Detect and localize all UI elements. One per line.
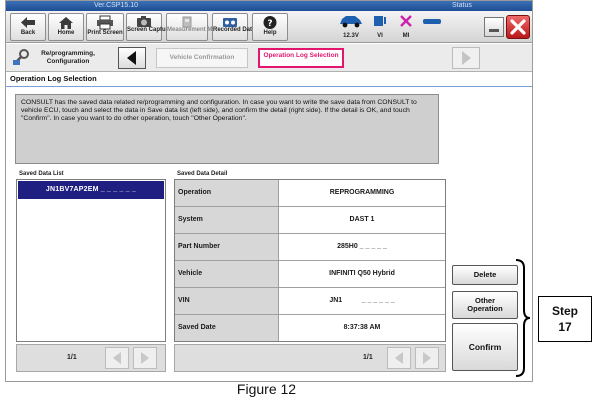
detail-row-saved-date: Saved Date 8:37:38 AM xyxy=(175,315,445,342)
step-callout-line2: 17 xyxy=(558,320,572,334)
breadcrumb-back-button[interactable] xyxy=(118,47,146,69)
detail-row-part-number: Part Number 285H0 _ _ _ _ _ xyxy=(175,234,445,261)
detail-label: Saved Date xyxy=(175,315,279,341)
breadcrumb: Re/programming, Configuration Vehicle Co… xyxy=(6,44,532,72)
help-button[interactable]: ? Help xyxy=(252,13,288,41)
recorder-icon xyxy=(213,15,247,27)
triangle-right-icon xyxy=(423,352,431,364)
detail-page-count: 1/1 xyxy=(363,354,373,361)
printer-icon xyxy=(87,15,123,30)
home-button[interactable]: Home xyxy=(48,13,84,41)
close-button[interactable] xyxy=(506,15,530,39)
recorded-data-button[interactable]: Recorded Data xyxy=(212,13,255,41)
saved-data-list-header: Saved Data List xyxy=(19,171,64,177)
detail-label: System xyxy=(175,207,279,233)
step-callout: Step 17 xyxy=(538,296,592,342)
saved-data-detail-header: Saved Data Detail xyxy=(177,171,228,177)
detail-value: REPROGRAMMING xyxy=(329,189,395,196)
section-divider xyxy=(6,86,532,87)
version-label: Ver.CSP15.10 xyxy=(94,2,138,9)
triangle-left-icon xyxy=(113,352,121,364)
battery-status: 12.3V xyxy=(338,14,364,39)
title-strip: Ver.CSP15.10 Status xyxy=(6,1,532,11)
step-vehicle-confirmation[interactable]: Vehicle Confirmation xyxy=(156,48,248,68)
detail-value: JN1 _ _ _ _ _ _ xyxy=(329,297,395,304)
left-arrow-icon xyxy=(11,15,45,30)
vi-status: VI xyxy=(370,14,390,39)
other-operation-button[interactable]: Other Operation xyxy=(452,291,518,319)
detail-label: Operation xyxy=(175,180,279,206)
delete-button[interactable]: Delete xyxy=(452,265,518,285)
step-operation-log-selection[interactable]: Operation Log Selection xyxy=(258,48,344,68)
status-label: Status xyxy=(452,2,472,9)
car-battery-icon xyxy=(338,15,364,32)
detail-label: VIN xyxy=(175,288,279,314)
detail-label: Vehicle xyxy=(175,261,279,287)
screen-capture-button[interactable]: Screen Capture xyxy=(126,13,171,41)
triangle-left-icon xyxy=(395,352,403,364)
saved-data-list-item[interactable]: JN1BV7AP2EM _ _ _ _ _ _ xyxy=(18,181,164,199)
figure-caption: Figure 12 xyxy=(236,381,297,397)
vi-connection-icon xyxy=(370,15,390,32)
network-status xyxy=(420,14,444,38)
help-icon: ? xyxy=(253,15,287,30)
wrench-icon xyxy=(12,48,30,66)
detail-next-page-button[interactable] xyxy=(415,347,439,369)
instructions-text: CONSULT has the saved data related re/pr… xyxy=(15,94,439,164)
detail-label: Part Number xyxy=(175,234,279,260)
list-prev-page-button[interactable] xyxy=(105,347,129,369)
detail-value: INFINITI Q50 Hybrid xyxy=(329,270,395,277)
detail-row-vehicle: Vehicle INFINITI Q50 Hybrid xyxy=(175,261,445,288)
section-title: Operation Log Selection xyxy=(10,74,97,83)
camera-icon xyxy=(127,15,161,27)
confirm-button[interactable]: Confirm xyxy=(452,323,518,371)
triangle-right-icon xyxy=(462,51,471,65)
measurement-mode-button[interactable]: Measurement Mode xyxy=(166,13,223,41)
list-next-page-button[interactable] xyxy=(133,347,157,369)
triangle-left-icon xyxy=(127,51,136,65)
detail-prev-page-button[interactable] xyxy=(387,347,411,369)
list-page-count: 1/1 xyxy=(67,354,77,361)
minimize-button[interactable] xyxy=(484,17,504,37)
detail-row-system: System DAST 1 xyxy=(175,207,445,234)
detail-value: DAST 1 xyxy=(349,216,375,223)
list-pager: 1/1 xyxy=(16,344,166,372)
step-callout-line1: Step xyxy=(551,304,578,318)
detail-value: 285H0 _ _ _ _ _ xyxy=(337,243,387,250)
home-icon xyxy=(49,15,83,30)
breadcrumb-forward-button[interactable] xyxy=(452,47,480,69)
detail-row-vin: VIN JN1 _ _ _ _ _ _ xyxy=(175,288,445,315)
triangle-right-icon xyxy=(141,352,149,364)
toolbar: Back Home Print Screen Screen Capture Me… xyxy=(6,11,532,43)
meter-icon xyxy=(167,15,207,28)
saved-data-list: JN1BV7AP2EM _ _ _ _ _ _ xyxy=(16,179,166,342)
saved-data-detail-table: Operation REPROGRAMMING System DAST 1 Pa… xyxy=(174,179,446,342)
mi-disconnected-icon xyxy=(396,15,416,32)
consult-window: Ver.CSP15.10 Status Back Home Print Scre… xyxy=(5,0,533,382)
other-operation-label-line2: Operation xyxy=(467,304,503,313)
mi-status: MI xyxy=(396,14,416,39)
detail-pager: 1/1 xyxy=(174,344,446,372)
close-icon xyxy=(510,19,526,35)
back-button[interactable]: Back xyxy=(10,13,46,41)
network-icon xyxy=(420,15,444,32)
svg-text:?: ? xyxy=(267,19,272,29)
detail-row-operation: Operation REPROGRAMMING xyxy=(175,180,445,207)
minimize-icon xyxy=(489,29,499,32)
breadcrumb-current: Re/programming, Configuration xyxy=(41,50,95,65)
print-screen-button[interactable]: Print Screen xyxy=(86,13,124,41)
callout-brace xyxy=(515,259,531,377)
detail-value: 8:37:38 AM xyxy=(343,324,381,331)
